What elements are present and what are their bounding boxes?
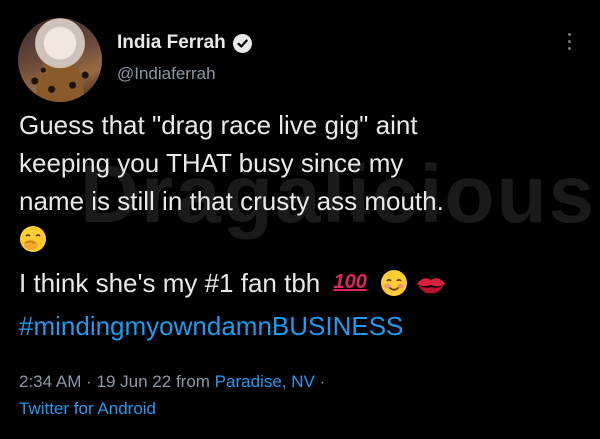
more-options-icon[interactable]: [566, 33, 572, 55]
author-name-row: India Ferrah: [117, 32, 252, 54]
meta-separator-2: ·: [319, 372, 326, 391]
avatar-pattern: [18, 18, 102, 102]
tweet-line-5-text: I think she's my #1 fan tbh: [19, 268, 321, 298]
author-display-name[interactable]: India Ferrah: [117, 32, 226, 54]
verified-badge-icon: [232, 33, 252, 53]
hashtag-link[interactable]: #mindingmyowndamnBUSINESS: [19, 307, 579, 345]
tweet-line-2: keeping you THAT busy since my: [19, 148, 404, 178]
tweet-meta: 2:34 AM · 19 Jun 22 from Paradise, NV · …: [19, 368, 325, 422]
tweet-line-4: [19, 220, 579, 263]
hand-over-mouth-emoji-icon: [19, 225, 47, 263]
hundred-points-emoji-icon: 100: [333, 271, 367, 293]
tweet-line-1: Guess that "drag race live gig" aint: [19, 110, 418, 140]
author-handle[interactable]: @Indiaferrah: [117, 64, 216, 84]
avatar[interactable]: [18, 18, 102, 102]
location-link[interactable]: Paradise, NV: [215, 372, 315, 391]
tweet-time[interactable]: 2:34 AM: [19, 372, 81, 391]
meta-separator: ·: [86, 372, 92, 391]
meta-line-1: 2:34 AM · 19 Jun 22 from Paradise, NV ·: [19, 368, 325, 395]
smiling-blush-emoji-icon: [380, 269, 408, 307]
from-label: from: [175, 372, 210, 391]
tweet-line-3: name is still in that crusty ass mouth.: [19, 186, 444, 216]
tweet-date[interactable]: 19 Jun 22: [97, 372, 172, 391]
tweet-line-5: I think she's my #1 fan tbh 100: [19, 263, 579, 307]
tweet-card: India Ferrah @Indiaferrah Dragalicious G…: [0, 0, 600, 439]
tweet-text: Guess that "drag race live gig" aint kee…: [19, 106, 579, 345]
source-link[interactable]: Twitter for Android: [19, 395, 325, 422]
kiss-mark-emoji-icon: [415, 269, 447, 307]
